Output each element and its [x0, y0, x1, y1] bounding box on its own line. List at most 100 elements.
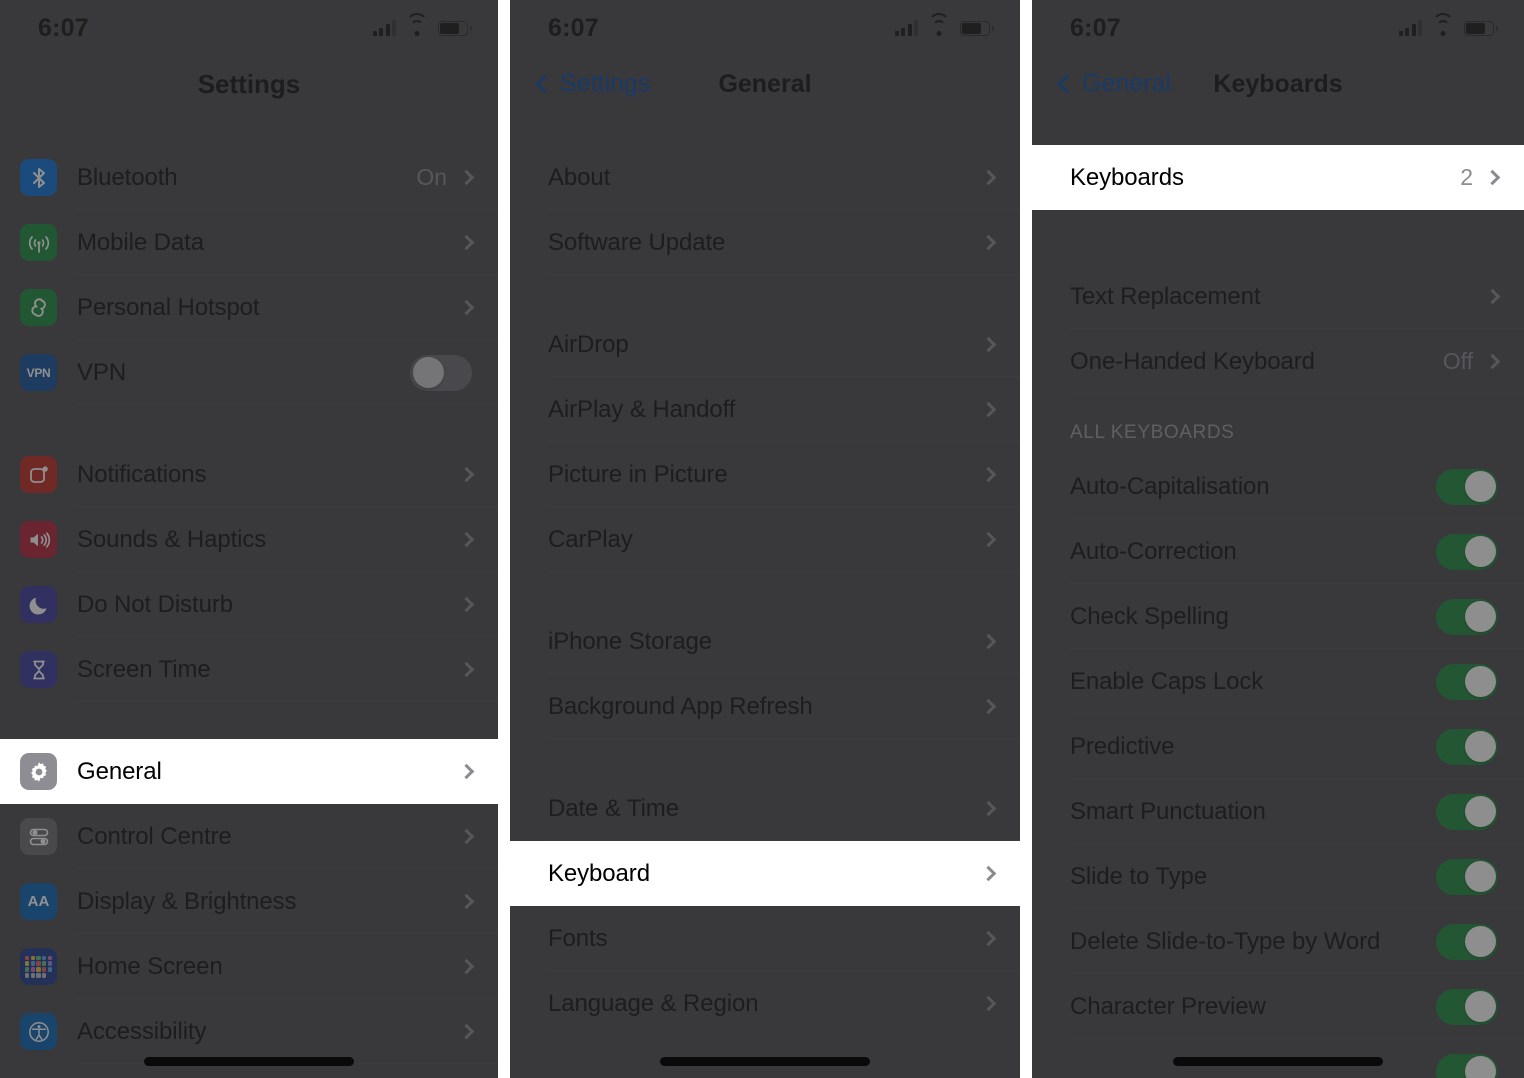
keyboards-row-keyboards[interactable]: Keyboards 2: [1032, 145, 1524, 210]
chevron-right-icon: [458, 531, 475, 548]
vpn-toggle[interactable]: [410, 354, 472, 391]
settings-row-label: Accessibility: [77, 1017, 207, 1045]
keyboards-row-label: Check Spelling: [1070, 602, 1229, 630]
keyboards-row-smart-punctuation[interactable]: Smart Punctuation: [1032, 779, 1524, 844]
check-spelling-toggle[interactable]: [1436, 598, 1498, 635]
general-row-airdrop[interactable]: AirDrop: [510, 312, 1020, 377]
partial-row-toggle[interactable]: [1436, 1053, 1498, 1078]
settings-row-personal-hotspot[interactable]: Personal Hotspot: [0, 275, 498, 340]
enable-caps-lock-toggle[interactable]: [1436, 663, 1498, 700]
slide-to-type-toggle[interactable]: [1436, 858, 1498, 895]
keyboards-row-auto-capitalisation[interactable]: Auto-Capitalisation: [1032, 454, 1524, 519]
status-bar-time: 6:07: [38, 13, 89, 42]
settings-row-vpn[interactable]: VPN VPN: [0, 340, 498, 405]
general-row-picture-in-picture[interactable]: Picture in Picture: [510, 442, 1020, 507]
chevron-right-icon: [1484, 288, 1501, 305]
one-handed-keyboard-value: Off: [1442, 348, 1473, 374]
nav-bar-settings: Settings: [0, 56, 498, 112]
settings-row-do-not-disturb[interactable]: Do Not Disturb: [0, 572, 498, 637]
chevron-right-icon: [980, 930, 997, 947]
chevron-right-icon: [980, 698, 997, 715]
keyboards-row-predictive[interactable]: Predictive: [1032, 714, 1524, 779]
chevron-right-icon: [458, 828, 475, 845]
chevron-right-icon: [980, 531, 997, 548]
settings-row-label: Control Centre: [77, 822, 232, 850]
cellular-signal-icon: [894, 20, 918, 36]
chevron-right-icon: [980, 234, 997, 251]
general-list: About Software Update AirDrop AirPlay &: [510, 112, 1020, 1036]
keyboards-row-enable-caps-lock[interactable]: Enable Caps Lock: [1032, 649, 1524, 714]
keyboards-row-check-spelling[interactable]: Check Spelling: [1032, 584, 1524, 649]
keyboards-row-label: Enable Caps Lock: [1070, 667, 1264, 695]
mobile-data-icon: [20, 224, 57, 261]
back-button-general[interactable]: General: [1057, 70, 1171, 99]
keyboards-row-text-replacement[interactable]: Text Replacement: [1032, 264, 1524, 329]
settings-row-home-screen[interactable]: Home Screen: [0, 934, 498, 999]
general-row-airplay-handoff[interactable]: AirPlay & Handoff: [510, 377, 1020, 442]
general-row-label: Fonts: [548, 924, 608, 952]
general-row-background-app-refresh[interactable]: Background App Refresh: [510, 674, 1020, 739]
keyboards-row-one-handed-keyboard[interactable]: One-Handed Keyboard Off: [1032, 329, 1524, 394]
settings-row-general[interactable]: General: [0, 739, 498, 804]
back-button-settings[interactable]: Settings: [535, 70, 650, 99]
section-header-all-keyboards: ALL KEYBOARDS: [1070, 422, 1235, 443]
settings-row-mobile-data[interactable]: Mobile Data: [0, 210, 498, 275]
panel-general-screen: 6:07 Settings General About Software Upd…: [510, 0, 1020, 1078]
settings-row-sounds-haptics[interactable]: Sounds & Haptics: [0, 507, 498, 572]
status-bar: 6:07: [0, 0, 498, 56]
general-row-language-region[interactable]: Language & Region: [510, 971, 1020, 1036]
smart-punctuation-toggle[interactable]: [1436, 793, 1498, 830]
keyboards-row-delete-slide-to-type-by-word[interactable]: Delete Slide-to-Type by Word: [1032, 909, 1524, 974]
settings-row-screen-time[interactable]: Screen Time: [0, 637, 498, 702]
settings-row-accessibility[interactable]: Accessibility: [0, 999, 498, 1064]
general-row-keyboard[interactable]: Keyboard: [510, 841, 1020, 906]
character-preview-toggle[interactable]: [1436, 988, 1498, 1025]
auto-correction-toggle[interactable]: [1436, 533, 1498, 570]
settings-row-bluetooth[interactable]: Bluetooth On: [0, 145, 498, 210]
battery-icon: [960, 20, 994, 36]
predictive-toggle[interactable]: [1436, 728, 1498, 765]
settings-row-display-brightness[interactable]: AA Display & Brightness: [0, 869, 498, 934]
general-row-carplay[interactable]: CarPlay: [510, 507, 1020, 572]
settings-row-wallpaper[interactable]: Wallpaper: [0, 1064, 498, 1078]
chevron-right-icon: [458, 299, 475, 316]
cellular-signal-icon: [372, 20, 396, 36]
status-bar-time: 6:07: [1070, 13, 1121, 42]
chevron-right-icon: [458, 234, 475, 251]
general-row-label: Background App Refresh: [548, 692, 813, 720]
keyboards-row-slide-to-type[interactable]: Slide to Type: [1032, 844, 1524, 909]
do-not-disturb-icon: [20, 586, 57, 623]
general-row-date-time[interactable]: Date & Time: [510, 776, 1020, 841]
general-row-label: CarPlay: [548, 525, 633, 553]
general-row-label: Language & Region: [548, 989, 759, 1017]
sounds-haptics-icon: [20, 521, 57, 558]
settings-row-label: Notifications: [77, 460, 207, 488]
general-row-fonts[interactable]: Fonts: [510, 906, 1020, 971]
keyboards-row-auto-correction[interactable]: Auto-Correction: [1032, 519, 1524, 584]
settings-row-label: Bluetooth: [77, 163, 178, 191]
settings-row-label: Home Screen: [77, 952, 223, 980]
home-indicator: [660, 1057, 870, 1066]
status-bar-indicators: [1398, 13, 1498, 36]
auto-capitalisation-toggle[interactable]: [1436, 468, 1498, 505]
chevron-right-icon: [980, 336, 997, 353]
panel-divider: [1020, 0, 1032, 1078]
chevron-right-icon: [1484, 353, 1501, 370]
cellular-signal-icon: [1398, 20, 1422, 36]
keyboards-row-label: Predictive: [1070, 732, 1175, 760]
settings-row-notifications[interactable]: Notifications: [0, 442, 498, 507]
keyboards-row-character-preview[interactable]: Character Preview: [1032, 974, 1524, 1039]
general-row-iphone-storage[interactable]: iPhone Storage: [510, 609, 1020, 674]
chevron-right-icon: [980, 466, 997, 483]
delete-slide-to-type-by-word-toggle[interactable]: [1436, 923, 1498, 960]
settings-row-control-centre[interactable]: Control Centre: [0, 804, 498, 869]
nav-bar-keyboards: General Keyboards: [1032, 56, 1524, 112]
general-row-software-update[interactable]: Software Update: [510, 210, 1020, 275]
settings-row-label: Mobile Data: [77, 228, 204, 256]
general-row-about[interactable]: About: [510, 145, 1020, 210]
